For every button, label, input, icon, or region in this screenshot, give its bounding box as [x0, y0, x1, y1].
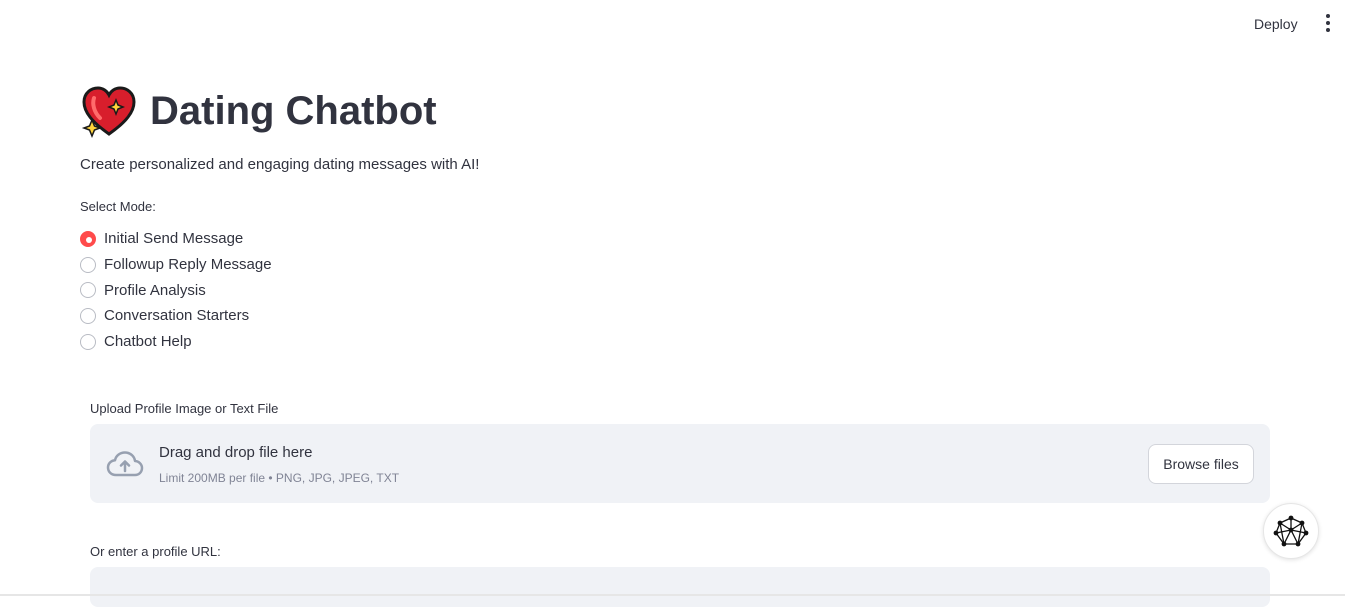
radio-button-checked[interactable]	[80, 230, 96, 247]
top-bar: Deploy	[0, 0, 1345, 46]
browse-files-button[interactable]: Browse files	[1148, 444, 1254, 484]
deploy-button[interactable]: Deploy	[1248, 14, 1304, 34]
radio-button[interactable]	[80, 256, 96, 273]
radio-option-profile-analysis[interactable]: Profile Analysis	[80, 277, 272, 303]
radio-option-label: Profile Analysis	[104, 281, 206, 299]
radio-option-chatbot-help[interactable]: Chatbot Help	[80, 329, 272, 355]
page-title: Dating Chatbot	[150, 88, 437, 133]
file-dropzone[interactable]: Drag and drop file here Limit 200MB per …	[90, 424, 1270, 503]
radio-option-label: Initial Send Message	[104, 230, 244, 248]
radio-button[interactable]	[80, 282, 96, 299]
mode-label: Select Mode:	[80, 199, 156, 214]
radio-button[interactable]	[80, 307, 96, 324]
network-graph-icon	[1273, 515, 1309, 547]
url-label: Or enter a profile URL:	[90, 544, 221, 559]
radio-option-label: Conversation Starters	[104, 307, 250, 325]
radio-option-initial-send[interactable]: Initial Send Message	[80, 226, 272, 252]
page-title-row: Dating Chatbot	[80, 84, 437, 138]
radio-option-label: Chatbot Help	[104, 333, 192, 351]
radio-option-conversation-starters[interactable]: Conversation Starters	[80, 303, 272, 329]
sparkling-heart-icon	[81, 86, 136, 138]
profile-url-input[interactable]	[90, 567, 1270, 607]
page-subtitle: Create personalized and engaging dating …	[80, 156, 480, 173]
radio-option-label: Followup Reply Message	[104, 256, 272, 274]
upload-label: Upload Profile Image or Text File	[90, 401, 279, 416]
dropzone-title: Drag and drop file here	[159, 444, 313, 461]
dropzone-limit-text: Limit 200MB per file • PNG, JPG, JPEG, T…	[159, 471, 400, 485]
kebab-menu-icon[interactable]	[1318, 13, 1338, 33]
network-graph-button[interactable]	[1263, 503, 1319, 559]
mode-radio-group: Initial Send Message Followup Reply Mess…	[80, 226, 272, 354]
cloud-upload-icon	[106, 451, 144, 477]
radio-option-followup-reply[interactable]: Followup Reply Message	[80, 252, 272, 278]
radio-button[interactable]	[80, 333, 96, 350]
